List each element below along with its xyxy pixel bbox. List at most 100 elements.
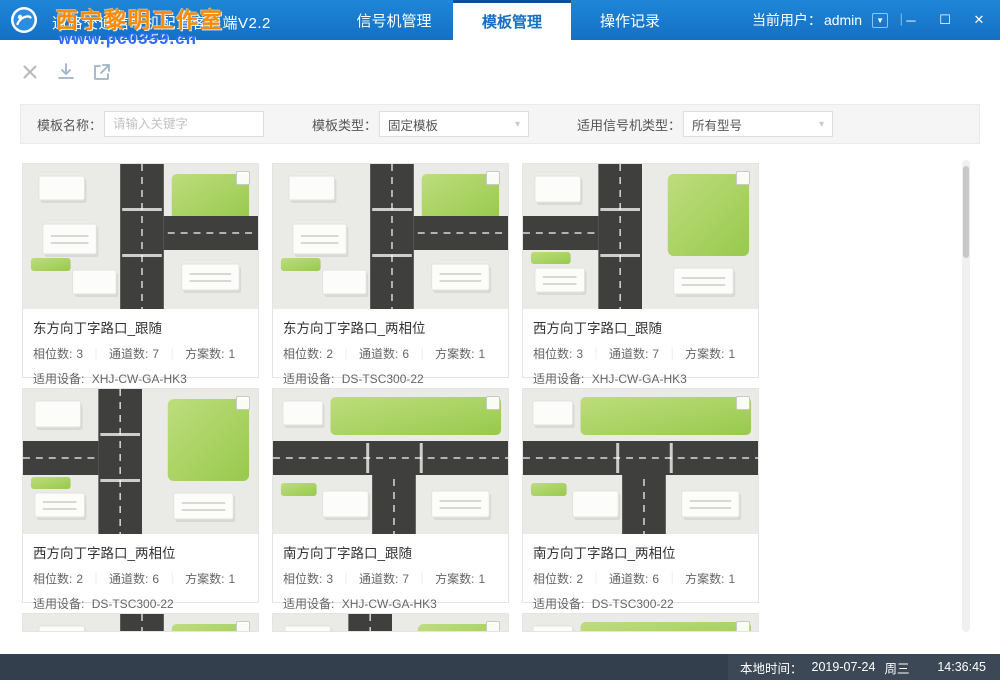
template-stats: 相位数: 3 ｜ 通道数: 7 ｜ 方案数: 1: [273, 564, 508, 587]
template-title: 西方向丁字路口_两相位: [23, 534, 258, 564]
card-checkbox[interactable]: [736, 171, 750, 185]
plan-value: 1: [728, 347, 735, 361]
template-card[interactable]: 西方向丁字路口_跟随 相位数: 3 ｜ 通道数: 7 ｜ 方案数: 1 适用设备…: [522, 163, 759, 378]
template-thumbnail: [523, 164, 758, 309]
status-time-panel: 本地时间： 2019-07-24 周三 14:36:45: [728, 654, 1000, 680]
template-type-label: 模板类型：: [312, 115, 377, 134]
phase-label: 相位数:: [33, 570, 72, 587]
separator: ｜: [416, 345, 428, 362]
card-checkbox[interactable]: [736, 621, 750, 632]
phase-label: 相位数:: [283, 345, 322, 362]
template-card[interactable]: [22, 613, 259, 632]
channel-label: 通道数:: [109, 570, 148, 587]
template-thumbnail: [273, 164, 508, 309]
template-name-input[interactable]: [104, 111, 264, 137]
device-value: DS-TSC300-22: [92, 597, 174, 611]
device-label: 适用设备:: [283, 372, 334, 386]
template-list: 东方向丁字路口_跟随 相位数: 3 ｜ 通道数: 7 ｜ 方案数: 1 适用设备…: [0, 160, 1000, 632]
channel-value: 7: [402, 572, 409, 586]
export-icon[interactable]: [92, 62, 112, 82]
device-value: XHJ-CW-GA-HK3: [92, 372, 187, 386]
device-value: XHJ-CW-GA-HK3: [342, 597, 437, 611]
card-checkbox[interactable]: [486, 396, 500, 410]
template-card[interactable]: 东方向丁字路口_两相位 相位数: 2 ｜ 通道数: 6 ｜ 方案数: 1 适用设…: [272, 163, 509, 378]
tab-template-management[interactable]: 模板管理: [453, 0, 571, 40]
close-button[interactable]: ✕: [968, 9, 990, 31]
chevron-down-icon: ▾: [819, 119, 824, 130]
tab-signal-management[interactable]: 信号机管理: [335, 0, 453, 40]
phase-value: 2: [76, 572, 83, 586]
template-thumbnail: [523, 614, 758, 632]
template-card[interactable]: 西方向丁字路口_两相位 相位数: 2 ｜ 通道数: 6 ｜ 方案数: 1 适用设…: [22, 388, 259, 603]
card-checkbox[interactable]: [486, 621, 500, 632]
channel-value: 6: [402, 347, 409, 361]
card-checkbox[interactable]: [736, 396, 750, 410]
card-checkbox[interactable]: [236, 621, 250, 632]
device-label: 适用设备:: [33, 597, 84, 611]
maximize-button[interactable]: ☐: [934, 9, 956, 31]
device-label: 适用设备:: [283, 597, 334, 611]
status-time: 14:36:45: [937, 660, 986, 674]
current-user[interactable]: 当前用户： admin ▼: [752, 0, 888, 40]
scrollbar-thumb[interactable]: [963, 166, 969, 258]
signal-type-select[interactable]: 所有型号 ▾: [683, 111, 833, 137]
template-type-value: 固定模板: [388, 115, 438, 134]
phase-value: 3: [576, 347, 583, 361]
channel-value: 6: [652, 572, 659, 586]
device-label: 适用设备:: [33, 372, 84, 386]
device-value: XHJ-CW-GA-HK3: [592, 372, 687, 386]
current-user-name: admin: [824, 12, 862, 28]
local-time-label: 本地时间：: [740, 658, 803, 677]
plan-value: 1: [478, 347, 485, 361]
current-user-label: 当前用户：: [752, 10, 822, 30]
separator: ｜: [340, 570, 352, 587]
app-title: 道路交通信号机配置客户端V2.2: [52, 12, 271, 33]
template-title: 南方向丁字路口_跟随: [273, 534, 508, 564]
separator: ｜: [166, 345, 178, 362]
plan-value: 1: [478, 572, 485, 586]
close-icon[interactable]: [20, 62, 40, 82]
plan-value: 1: [228, 347, 235, 361]
channel-label: 通道数:: [109, 345, 148, 362]
signal-type-label: 适用信号机类型：: [577, 115, 681, 134]
toolbar: [20, 62, 112, 82]
channel-value: 7: [652, 347, 659, 361]
phase-value: 2: [326, 347, 333, 361]
separator: ｜: [416, 570, 428, 587]
card-checkbox[interactable]: [236, 396, 250, 410]
status-date: 2019-07-24: [812, 660, 876, 674]
template-thumbnail: [23, 614, 258, 632]
tab-operation-records[interactable]: 操作记录: [571, 0, 689, 40]
template-stats: 相位数: 3 ｜ 通道数: 7 ｜ 方案数: 1: [523, 339, 758, 362]
template-type-select[interactable]: 固定模板 ▾: [379, 111, 529, 137]
separator: ｜: [590, 345, 602, 362]
template-card[interactable]: 南方向丁字路口_跟随 相位数: 3 ｜ 通道数: 7 ｜ 方案数: 1 适用设备…: [272, 388, 509, 603]
window-controls: ─ ☐ ✕: [900, 0, 990, 40]
device-label: 适用设备:: [533, 372, 584, 386]
template-title: 东方向丁字路口_跟随: [23, 309, 258, 339]
download-icon[interactable]: [56, 62, 76, 82]
template-title: 西方向丁字路口_跟随: [523, 309, 758, 339]
channel-label: 通道数:: [359, 345, 398, 362]
template-card[interactable]: [272, 613, 509, 632]
signal-type-value: 所有型号: [692, 115, 742, 134]
channel-label: 通道数:: [609, 345, 648, 362]
phase-label: 相位数:: [33, 345, 72, 362]
template-thumbnail: [523, 389, 758, 534]
card-checkbox[interactable]: [236, 171, 250, 185]
user-dropdown-icon[interactable]: ▼: [872, 13, 888, 28]
app-logo-icon: [10, 6, 38, 34]
template-card[interactable]: 东方向丁字路口_跟随 相位数: 3 ｜ 通道数: 7 ｜ 方案数: 1 适用设备…: [22, 163, 259, 378]
template-thumbnail: [23, 164, 258, 309]
phase-value: 3: [326, 572, 333, 586]
plan-label: 方案数:: [685, 570, 724, 587]
phase-label: 相位数:: [533, 570, 572, 587]
plan-value: 1: [228, 572, 235, 586]
plan-label: 方案数:: [435, 570, 474, 587]
vertical-scrollbar[interactable]: [962, 160, 970, 632]
template-card[interactable]: 南方向丁字路口_两相位 相位数: 2 ｜ 通道数: 6 ｜ 方案数: 1 适用设…: [522, 388, 759, 603]
template-card[interactable]: [522, 613, 759, 632]
minimize-button[interactable]: ─: [900, 9, 922, 31]
separator: ｜: [340, 345, 352, 362]
card-checkbox[interactable]: [486, 171, 500, 185]
